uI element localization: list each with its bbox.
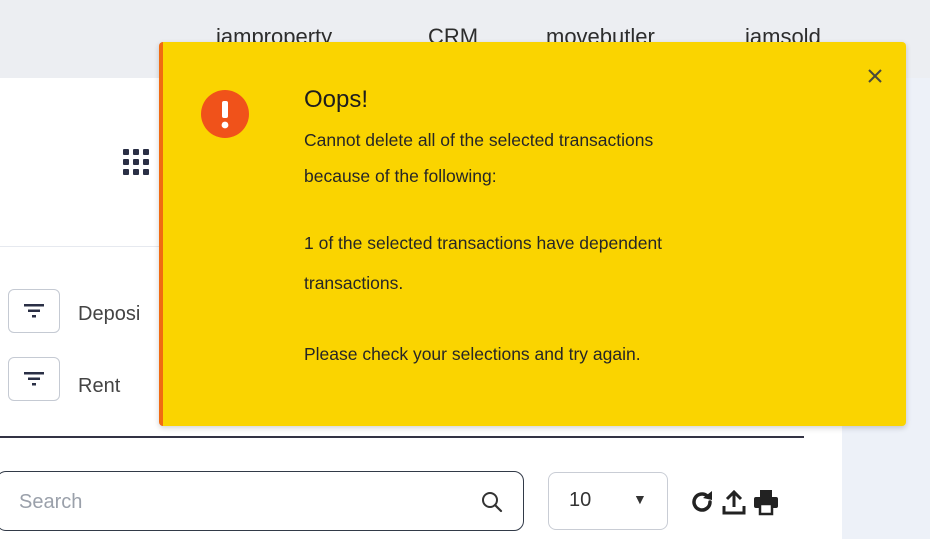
tab-underline	[0, 436, 804, 438]
alert-title: Oops!	[304, 86, 369, 113]
filter-button-rent[interactable]	[8, 357, 60, 401]
filter-button-deposit[interactable]	[8, 289, 60, 333]
apps-grid-icon[interactable]	[121, 147, 151, 177]
alert-message-line: Please check your selections and try aga…	[304, 344, 641, 364]
search-input[interactable]	[17, 482, 461, 522]
export-icon[interactable]	[720, 488, 748, 516]
error-toast: Oops! Cannot delete all of the selected …	[159, 42, 906, 426]
refresh-icon[interactable]	[688, 488, 716, 516]
chevron-down-icon: ▼	[633, 491, 647, 507]
filter-label-rent: Rent	[78, 375, 121, 397]
page-size-value: 10	[569, 489, 592, 511]
filter-icon	[24, 304, 44, 318]
alert-message-line: transactions.	[304, 273, 404, 293]
exclamation-icon	[201, 90, 249, 138]
filter-label-deposit: Deposi	[78, 303, 141, 325]
search-icon[interactable]	[480, 490, 504, 514]
page-size-select[interactable]: 10 ▼	[548, 472, 668, 530]
alert-message-line: Cannot delete all of the selected transa…	[304, 130, 654, 150]
alert-message-line: 1 of the selected transactions have depe…	[304, 233, 663, 253]
filter-icon	[24, 372, 44, 386]
search-box[interactable]	[0, 471, 524, 531]
print-icon[interactable]	[752, 488, 780, 516]
close-icon[interactable]	[861, 62, 889, 90]
alert-message-line: because of the following:	[304, 166, 497, 186]
